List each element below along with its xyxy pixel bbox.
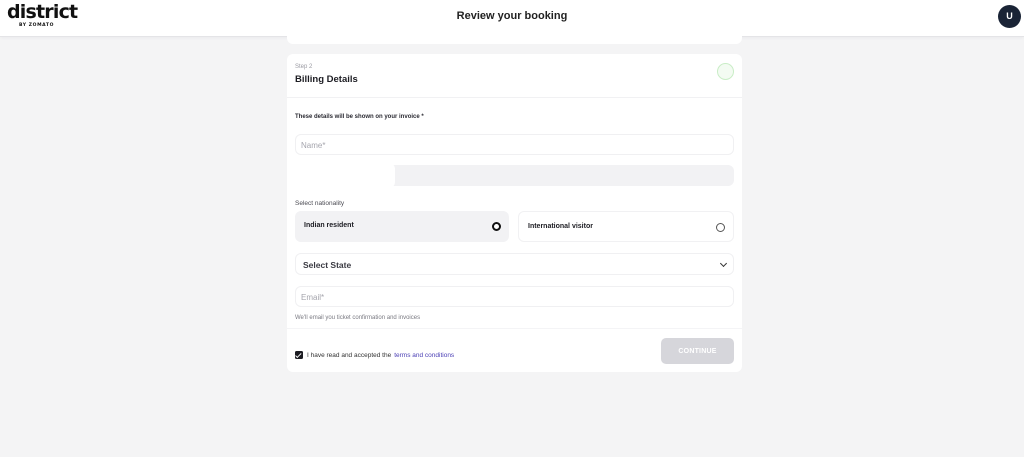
continue-button[interactable]: CONTINUE bbox=[661, 338, 734, 364]
chevron-down-icon bbox=[719, 259, 728, 268]
radio-unselected-icon[interactable] bbox=[716, 223, 725, 232]
radio-label: Indian resident bbox=[304, 222, 354, 229]
radio-indian-resident[interactable]: Indian resident bbox=[295, 211, 509, 242]
radio-international-visitor[interactable]: International visitor bbox=[518, 211, 734, 242]
state-select-value: Select State bbox=[303, 260, 352, 270]
previous-step-card bbox=[287, 30, 742, 44]
section-title: Billing Details bbox=[295, 74, 358, 85]
terms-checkbox[interactable] bbox=[295, 351, 303, 359]
state-select[interactable]: Select State bbox=[295, 253, 734, 275]
terms-row: I have read and accepted the terms and c… bbox=[295, 350, 454, 360]
divider bbox=[287, 97, 742, 98]
name-input[interactable] bbox=[296, 136, 733, 155]
step-label: Step 2 bbox=[295, 64, 313, 70]
step-status-circle-icon bbox=[717, 63, 734, 80]
divider bbox=[287, 328, 742, 329]
terms-text: I have read and accepted the bbox=[307, 351, 392, 359]
name-field-wrapper bbox=[295, 134, 734, 155]
invoice-note: These details will be shown on your invo… bbox=[295, 114, 424, 120]
terms-link[interactable]: terms and conditions bbox=[394, 352, 454, 359]
user-avatar[interactable]: U bbox=[998, 5, 1021, 28]
radio-selected-icon[interactable] bbox=[492, 222, 501, 231]
email-input[interactable] bbox=[296, 288, 733, 307]
logo-subtext: BY ZOMATO bbox=[19, 23, 55, 28]
redacted-area bbox=[295, 163, 395, 188]
email-hint: We'll email you ticket confirmation and … bbox=[295, 315, 421, 321]
nationality-label: Select nationality bbox=[295, 200, 345, 207]
page-title: Review your booking bbox=[456, 10, 568, 22]
radio-label: International visitor bbox=[528, 223, 593, 230]
email-field-wrapper bbox=[295, 286, 734, 307]
